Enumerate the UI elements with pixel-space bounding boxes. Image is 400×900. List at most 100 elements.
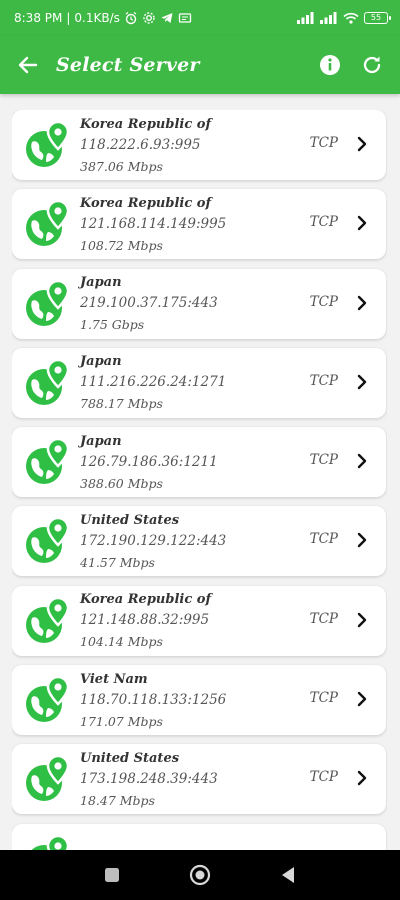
globe-location-icon xyxy=(26,358,70,405)
back-arrow-icon xyxy=(18,56,38,74)
server-country: Viet Nam xyxy=(80,671,148,687)
server-info: Korea Republic of 121.148.88.32:995 104.… xyxy=(80,590,386,651)
status-left: 8:38 PM | 0.1KB/s xyxy=(14,11,192,25)
telegram-icon xyxy=(161,13,173,23)
chevron-right-icon xyxy=(357,691,367,707)
globe-location-icon xyxy=(26,279,70,326)
globe-location-icon xyxy=(26,517,70,564)
refresh-button[interactable] xyxy=(358,51,386,79)
server-protocol: TCP xyxy=(309,372,338,389)
server-speed: 1.75 Gbps xyxy=(80,317,145,333)
globe-location-icon xyxy=(26,755,70,802)
server-card[interactable]: United States 173.198.248.39:443 18.47 M… xyxy=(12,744,386,815)
server-card[interactable]: Korea Republic of 121.168.114.149:995 10… xyxy=(12,189,386,260)
chevron-right-icon xyxy=(357,295,367,310)
server-address: 118.222.6.93:995 xyxy=(80,136,201,153)
message-icon xyxy=(178,13,192,23)
chevron-right-icon xyxy=(357,453,367,469)
app-bar: Select Server xyxy=(0,36,400,94)
server-speed: 388.60 Mbps xyxy=(80,475,163,491)
server-address: 219.100.37.175:443 xyxy=(80,295,218,312)
triangle-back-icon xyxy=(282,867,294,883)
status-right: 55 xyxy=(297,12,391,24)
square-icon xyxy=(105,868,119,882)
server-info: Japan 126.79.186.36:1211 388.60 Mbps xyxy=(80,432,386,493)
server-info: Korea Republic of 121.168.114.149:995 10… xyxy=(80,194,386,255)
server-country: United States xyxy=(80,512,180,528)
server-protocol: TCP xyxy=(309,214,338,231)
server-list[interactable]: Korea Republic of 118.222.6.93:995 387.0… xyxy=(12,110,387,850)
server-protocol: TCP xyxy=(309,690,338,707)
server-address: 111.216.226.24:1271 xyxy=(80,374,227,391)
server-info: Viet Nam 118.70.118.133:1256 171.07 Mbps xyxy=(80,670,386,731)
info-icon xyxy=(320,55,340,75)
server-card[interactable]: Japan 111.216.226.24:1271 788.17 Mbps TC… xyxy=(12,347,386,418)
globe-location-icon xyxy=(26,120,70,167)
server-country: Japan xyxy=(80,354,122,370)
server-protocol: TCP xyxy=(309,293,338,310)
status-bar: 8:38 PM | 0.1KB/s 55 xyxy=(0,0,400,36)
chevron-right-icon xyxy=(357,136,367,152)
server-speed: 41.57 Mbps xyxy=(80,554,155,570)
server-speed: 171.07 Mbps xyxy=(80,713,163,729)
globe-location-icon xyxy=(26,596,70,643)
server-address: 118.70.118.133:1256 xyxy=(80,691,227,708)
server-info: Japan 111.216.226.24:1271 788.17 Mbps xyxy=(80,352,386,413)
server-speed: 108.72 Mbps xyxy=(80,237,163,253)
server-info: United States 172.190.129.122:443 41.57 … xyxy=(80,511,386,572)
server-speed: 18.47 Mbps xyxy=(80,792,155,808)
home-button[interactable] xyxy=(156,850,244,900)
chevron-right-icon xyxy=(357,374,367,390)
wifi-icon xyxy=(343,12,359,24)
globe-location-icon xyxy=(26,437,70,485)
server-protocol: TCP xyxy=(309,135,338,151)
server-address: 173.198.248.39:443 xyxy=(80,770,218,787)
server-info: Japan 219.100.37.175:443 1.75 Gbps xyxy=(80,273,386,334)
chevron-right-icon xyxy=(357,612,367,627)
server-protocol: TCP xyxy=(309,610,338,627)
server-card[interactable]: United States 172.190.129.122:443 41.57 … xyxy=(12,506,386,577)
chevron-right-icon xyxy=(357,771,367,786)
server-country: United States xyxy=(80,750,180,766)
recent-apps-button[interactable] xyxy=(68,850,156,900)
server-speed: 104.14 Mbps xyxy=(80,634,163,650)
server-country: Korea Republic of xyxy=(80,116,212,132)
server-address: 121.148.88.32:995 xyxy=(80,612,210,629)
server-address: 126.79.186.36:1211 xyxy=(80,453,218,470)
refresh-icon xyxy=(363,56,381,74)
globe-location-icon xyxy=(26,675,70,723)
circle-icon xyxy=(189,864,211,886)
server-address: 172.190.129.122:443 xyxy=(80,532,227,549)
server-card[interactable]: Japan 126.79.186.36:1211 388.60 Mbps TCP xyxy=(12,427,386,498)
back-nav-button[interactable] xyxy=(244,850,332,900)
server-card[interactable]: Korea Republic of 121.148.88.32:995 104.… xyxy=(12,585,386,656)
server-protocol: TCP xyxy=(309,452,338,469)
server-country: Japan xyxy=(80,275,122,291)
server-address: 121.168.114.149:995 xyxy=(80,215,227,232)
server-speed: 788.17 Mbps xyxy=(80,396,163,412)
signal-icon xyxy=(297,12,314,24)
globe-location-icon xyxy=(26,200,70,247)
back-button[interactable] xyxy=(14,51,42,79)
globe-location-icon xyxy=(31,834,70,850)
battery-icon: 55 xyxy=(364,12,391,24)
chevron-right-icon xyxy=(357,533,367,548)
server-protocol: TCP xyxy=(309,531,338,548)
chevron-right-icon xyxy=(357,216,367,231)
signal-icon xyxy=(320,12,337,24)
status-network-speed: 0.1KB/s xyxy=(74,11,120,25)
settings-icon xyxy=(143,12,155,24)
server-card[interactable]: Japan 219.100.37.175:443 1.75 Gbps TCP xyxy=(12,268,386,339)
server-info: United States 173.198.248.39:443 18.47 M… xyxy=(80,749,386,810)
server-country: Korea Republic of xyxy=(80,195,212,211)
server-card[interactable]: Japan xyxy=(12,823,386,850)
info-button[interactable] xyxy=(316,51,344,79)
alarm-icon xyxy=(125,11,137,25)
server-card[interactable]: Viet Nam 118.70.118.133:1256 171.07 Mbps… xyxy=(12,665,386,736)
server-country: Japan xyxy=(80,433,122,449)
server-country: Korea Republic of xyxy=(80,592,212,608)
navigation-bar xyxy=(0,850,400,900)
server-card[interactable]: Korea Republic of 118.222.6.93:995 387.0… xyxy=(12,110,386,180)
server-speed: 387.06 Mbps xyxy=(80,158,163,174)
server-info: Korea Republic of 118.222.6.93:995 387.0… xyxy=(80,115,386,176)
